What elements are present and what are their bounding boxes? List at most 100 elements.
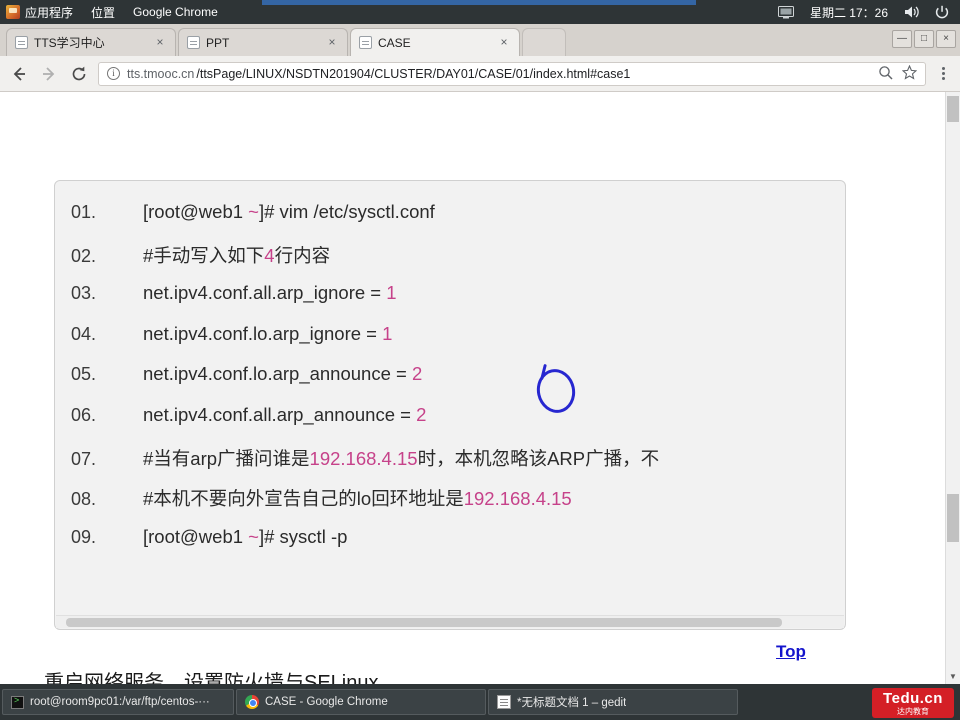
minimize-button[interactable]: —	[892, 29, 912, 48]
code-line-text: #本机不要向外宣告自己的lo回环地址是192.168.4.15	[143, 485, 572, 511]
top-link[interactable]: Top	[776, 642, 806, 662]
url-host: tts.tmooc.cn	[127, 66, 195, 81]
taskbar-item-gedit[interactable]: *无标题文档 1 – gedit	[488, 689, 738, 715]
screen-root: 应用程序 位置 Google Chrome 星期二 17：26 TTS学习中心 …	[0, 0, 960, 720]
chrome-menu-icon[interactable]	[934, 67, 952, 80]
code-line: 05. net.ipv4.conf.lo.arp_announce = 2	[71, 363, 845, 404]
code-line-number: 03.	[71, 283, 97, 304]
omnibox-actions	[878, 64, 918, 83]
tab-close-icon[interactable]: ×	[153, 35, 167, 50]
panel-right-group: 星期二 17：26	[775, 0, 960, 24]
star-icon[interactable]	[901, 64, 918, 83]
code-scroll-thumb[interactable]	[66, 618, 782, 627]
tab-title: CASE	[378, 35, 411, 50]
terminal-icon	[11, 695, 24, 709]
paragraph-text: 重启网络服务，设置防火墙与SELinux	[44, 672, 379, 684]
code-line-text: [root@web1 ~]# vim /etc/sysctl.conf	[143, 201, 435, 223]
code-line-number: 07.	[71, 448, 97, 469]
browser-toolbar: i tts.tmooc.cn/ttsPage/LINUX/NSDTN201904…	[0, 56, 960, 92]
power-icon[interactable]	[932, 0, 952, 24]
code-segment: ]# vim	[258, 201, 314, 222]
zoom-icon[interactable]	[878, 65, 893, 83]
code-segment: [root@web1	[143, 525, 249, 547]
window-controls: — □ ×	[892, 29, 960, 51]
code-segment: /etc/sysctl.conf	[313, 201, 435, 222]
code-line-text: #手动写入如下4行内容	[143, 242, 330, 268]
code-segment: net.ipv4.conf.lo.arp_ignore =	[143, 322, 383, 344]
page-scroll-thumb[interactable]	[947, 494, 959, 542]
url-path: /ttsPage/LINUX/NSDTN201904/CLUSTER/DAY01…	[196, 66, 631, 81]
scroll-down-arrow-icon[interactable]: ▼	[947, 670, 959, 682]
code-line: 02. #手动写入如下4行内容	[71, 242, 845, 283]
active-app-label: Google Chrome	[133, 5, 218, 19]
taskbar: root@room9pc01:/var/ftp/centos-··· CASE …	[0, 684, 960, 720]
chrome-icon	[245, 695, 259, 709]
zoom-icon-svg	[879, 65, 893, 80]
volume-icon[interactable]	[901, 0, 922, 24]
places-menu[interactable]: 位置	[82, 0, 124, 24]
taskbar-item-label: *无标题文档 1 – gedit	[517, 697, 627, 709]
forward-arrow-icon	[43, 66, 55, 81]
screen-icon[interactable]	[775, 0, 797, 24]
star-icon-svg	[901, 64, 918, 80]
tab-favicon-icon	[359, 36, 372, 49]
code-line: 08. #本机不要向外宣告自己的lo回环地址是192.168.4.15	[71, 485, 845, 526]
code-line: 01. [root@web1 ~]# vim /etc/sysctl.conf	[71, 201, 845, 242]
code-segment: #手动写入如下	[143, 244, 265, 266]
page-scroll-thumb-top[interactable]	[947, 96, 959, 122]
code-segment: 行内容	[274, 244, 331, 266]
taskbar-item-label: CASE - Google Chrome	[265, 696, 388, 708]
logo-primary-text: Tedu.cn	[883, 689, 943, 707]
code-segment: 192.168.4.15	[463, 488, 572, 510]
logo-secondary-text: 达内教育	[897, 706, 929, 716]
code-line-number: 02.	[71, 245, 97, 266]
code-segment: ]# sysctl -p	[258, 525, 348, 547]
code-segment: net.ipv4.conf.all.arp_announce =	[143, 403, 417, 425]
code-segment: 时，本机忽略该ARP广播，不	[417, 447, 660, 469]
code-segment: 4	[264, 244, 275, 266]
tab-close-icon[interactable]: ×	[497, 35, 511, 50]
reload-button[interactable]	[68, 63, 90, 85]
tedu-watermark-logo: Tedu.cn 达内教育	[872, 688, 954, 718]
code-segment: 1	[386, 282, 397, 304]
maximize-button[interactable]: □	[914, 29, 934, 48]
background-window-strip	[262, 0, 696, 5]
new-tab-button[interactable]	[522, 28, 566, 56]
tab-case[interactable]: CASE ×	[350, 28, 520, 56]
code-segment: [root@web1	[143, 201, 249, 222]
page-scrollbar[interactable]: ▲ ▼	[945, 92, 960, 684]
applications-menu[interactable]: 应用程序	[0, 0, 82, 24]
chrome-window: TTS学习中心 × PPT × CASE × — □ × i tts.tmooc…	[0, 24, 960, 684]
code-segment: 2	[416, 403, 427, 425]
power-icon-svg	[935, 5, 949, 19]
volume-icon-svg	[905, 6, 919, 18]
active-app-menu[interactable]: Google Chrome	[124, 0, 227, 24]
site-info-icon[interactable]: i	[107, 67, 120, 80]
taskbar-item-terminal[interactable]: root@room9pc01:/var/ftp/centos-···	[2, 689, 234, 715]
code-segment: 192.168.4.15	[309, 447, 418, 469]
code-line: 09. [root@web1 ~]# sysctl -p	[71, 526, 845, 567]
applications-icon	[6, 5, 20, 19]
address-bar[interactable]: i tts.tmooc.cn/ttsPage/LINUX/NSDTN201904…	[98, 61, 926, 86]
code-line-text: [root@web1 ~]# sysctl -p	[143, 526, 347, 548]
code-segment: ~	[248, 201, 259, 222]
tab-title: PPT	[206, 35, 230, 50]
close-button[interactable]: ×	[936, 29, 956, 48]
clock[interactable]: 星期二 17：26	[807, 0, 891, 24]
back-button[interactable]	[8, 63, 30, 85]
tab-close-icon[interactable]: ×	[325, 35, 339, 50]
tab-title: TTS学习中心	[34, 36, 105, 50]
places-label: 位置	[91, 5, 116, 20]
code-line: 07. #当有arp广播问谁是192.168.4.15时，本机忽略该ARP广播，不	[71, 445, 845, 486]
tab-tts[interactable]: TTS学习中心 ×	[6, 28, 176, 56]
code-segment: ~	[248, 525, 259, 547]
code-block: 01. [root@web1 ~]# vim /etc/sysctl.conf 02…	[54, 180, 846, 630]
forward-button[interactable]	[38, 63, 60, 85]
tab-ppt[interactable]: PPT ×	[178, 28, 348, 56]
gedit-icon	[497, 695, 511, 709]
code-line: 03. net.ipv4.conf.all.arp_ignore = 1	[71, 282, 845, 323]
code-horizontal-scrollbar[interactable]	[56, 615, 844, 628]
taskbar-item-chrome[interactable]: CASE - Google Chrome	[236, 689, 486, 715]
code-segment: #本机不要向外宣告自己的lo回环地址是	[143, 488, 464, 510]
tab-favicon-icon	[187, 36, 200, 49]
